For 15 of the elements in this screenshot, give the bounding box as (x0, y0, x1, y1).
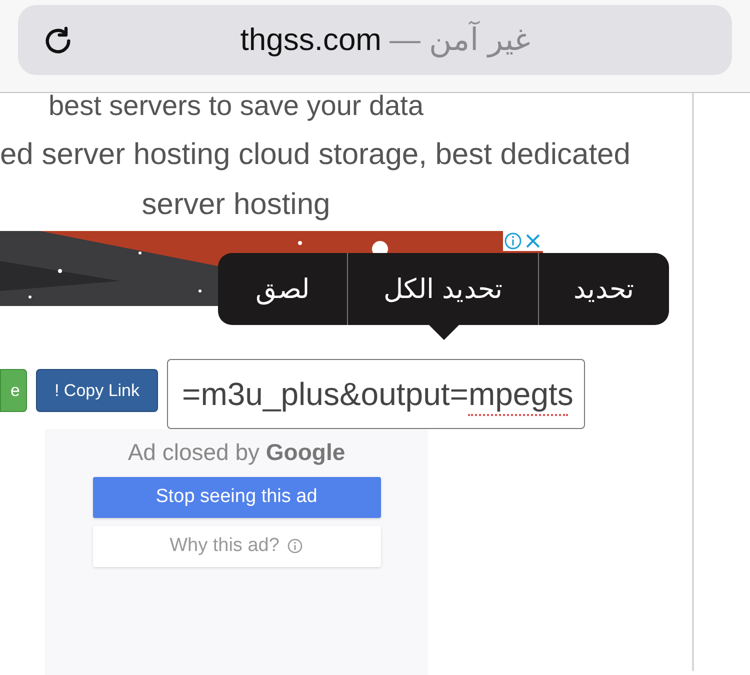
menu-item[interactable]: تحديد (539, 253, 669, 325)
menu-item[interactable]: تحديد الكل (348, 253, 539, 325)
info-icon (287, 538, 304, 554)
info-icon[interactable] (503, 231, 523, 251)
copy-link-button[interactable]: ! Copy Link (36, 369, 158, 412)
page-text: server hosting (142, 187, 330, 223)
page-text: best servers to save your data (47, 89, 425, 123)
stop-seeing-ad-button[interactable]: Stop seeing this ad (92, 476, 380, 518)
ad-closed-text: Ad closed by Google (128, 438, 346, 467)
field-value: =m3u_plus&output=mpegts (182, 376, 574, 412)
domain-text: thgss.com (240, 20, 382, 59)
link-field[interactable]: =m3u_plus&output=mpegts (167, 359, 585, 429)
page-text: ed server hosting cloud storage, best dedicated (0, 137, 630, 173)
menu-item[interactable]: لصق (218, 253, 348, 325)
security-label: — غير آمن (390, 20, 530, 60)
